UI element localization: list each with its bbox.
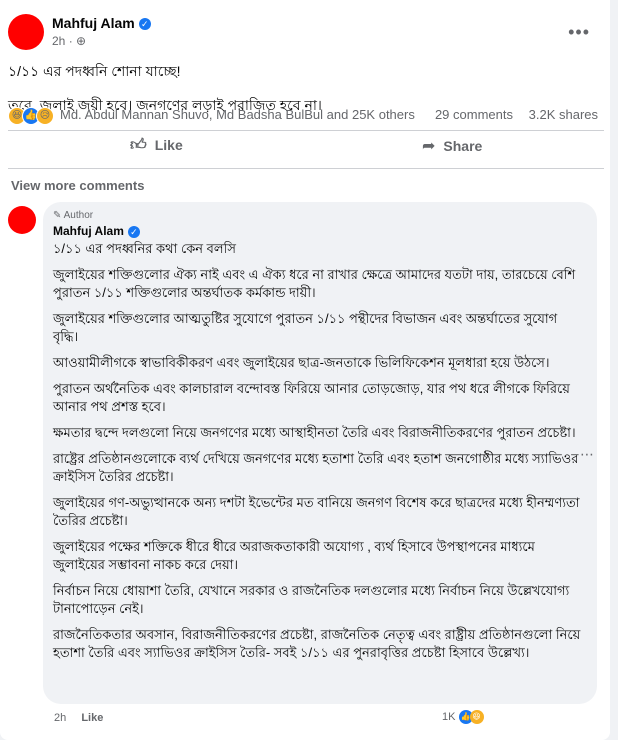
divider [8,168,604,169]
comment-like-button[interactable]: Like [81,712,103,724]
thumbs-up-icon: 👍︎ [130,137,147,154]
author-name-text[interactable]: Mahfuj Alam [52,15,135,31]
author-tag-label: Author [63,210,94,221]
share-arrow-icon: ➦ [422,138,436,155]
share-button[interactable]: ➦ Share [422,136,482,156]
engagement-counts: 29 comments 3.2K shares [423,107,598,122]
comment-footer: 2h Like [54,712,103,724]
reaction-icons[interactable]: 😆 👍 😥 [8,106,54,125]
comment-author-name[interactable]: Mahfuj Alam ✓ [53,224,140,238]
reactions-summary: 😆 👍 😥 Md. Abdul Mannan Shuvo, Md Badsha Bu… [8,106,604,126]
reactors-text[interactable]: Md. Abdul Mannan Shuvo, Md Badsha BulBul… [60,107,415,122]
share-label: Share [443,138,483,154]
author-name[interactable]: Mahfuj Alam ✓ [52,15,151,31]
divider [8,130,604,131]
post-header: Mahfuj Alam ✓ 2h · ⊕ ••• [8,14,608,54]
comment-reaction-count: 1K [442,710,456,723]
comment-options-button[interactable]: ⋯ [580,446,594,463]
comment-paragraph: আওয়ামীলীগকে স্বাভাবিকীকরণ এবং জুলাইয়ের… [53,355,550,370]
sad-reaction-icon: 😥 [36,107,54,125]
like-button[interactable]: 👍︎ Like [130,136,183,155]
author-tag: ✎ Author [53,210,93,221]
post-card: Mahfuj Alam ✓ 2h · ⊕ ••• ১/১১ এর পদধ্বনি … [0,0,610,740]
verified-badge-icon: ✓ [127,225,140,238]
comment-body: ১/১১ এর পদধ্বনির কথা কেন বলসি জুলাইয়ের … [53,240,585,670]
haha-reaction-icon: 😆 [469,710,484,724]
comment-reactions[interactable]: 1K 👍 😆 [442,710,484,724]
comment-paragraph: নির্বাচন নিয়ে ধোয়াশা তৈরি, যেখানে সরকা… [53,583,570,616]
comment-paragraph: জুলাইয়ের শক্তিগুলোর আত্মতুষ্টির সুযোগে … [53,311,558,344]
verified-badge-icon: ✓ [138,18,151,31]
comments-count[interactable]: 29 comments [435,107,513,122]
post-action-bar: 👍︎ Like ➦ Share [8,136,604,160]
comment-paragraph: জুলাইয়ের শক্তিগুলোর ঐক্য নাই এবং এ ঐক্য… [53,267,576,300]
like-label: Like [154,137,183,153]
post-line-1: ১/১১ এর পদধ্বনি শোনা যাচ্ছে! [8,63,181,79]
comment-paragraph: রাষ্ট্রের প্রতিষ্ঠানগুলোকে ব্যর্থ দেখিয়… [53,451,579,484]
comment-time[interactable]: 2h [54,712,66,724]
comment-first-line: ১/১১ এর পদধ্বনির কথা কেন বলসি [53,241,236,256]
comment-bubble: ✎ Author Mahfuj Alam ✓ ১/১১ এর পদধ্বনির ক… [43,202,597,704]
post-meta: 2h · ⊕ [52,34,87,48]
comment-paragraph: জুলাইয়ের গণ-অভ্যুত্থানকে অন্য দশটা ইভেন… [53,495,580,528]
commenter-avatar[interactable] [8,206,36,234]
shares-count[interactable]: 3.2K shares [529,107,598,122]
comment-paragraph: ক্ষমতার দ্বন্দে দলগুলো নিয়ে জনগণের মধ্য… [53,425,576,440]
post-time[interactable]: 2h [52,34,65,48]
globe-icon: ⊕ [76,34,87,48]
comment-author-name-text[interactable]: Mahfuj Alam [53,224,124,238]
author-avatar[interactable] [8,14,44,50]
comment-paragraph: জুলাইয়ের পক্ষের শক্তিকে ধীরে ধীরে অরাজক… [53,539,535,572]
view-more-comments-link[interactable]: View more comments [11,178,144,193]
comment-paragraph: রাজনৈতিকতার অবসান, বিরাজনীতিকরণের প্রচেষ… [53,627,581,660]
comment-paragraph: পুরাতন অর্থনৈতিক এবং কালচারাল বন্দোবস্ত … [53,381,570,414]
more-options-button[interactable]: ••• [568,22,590,43]
pencil-icon: ✎ [53,210,62,221]
